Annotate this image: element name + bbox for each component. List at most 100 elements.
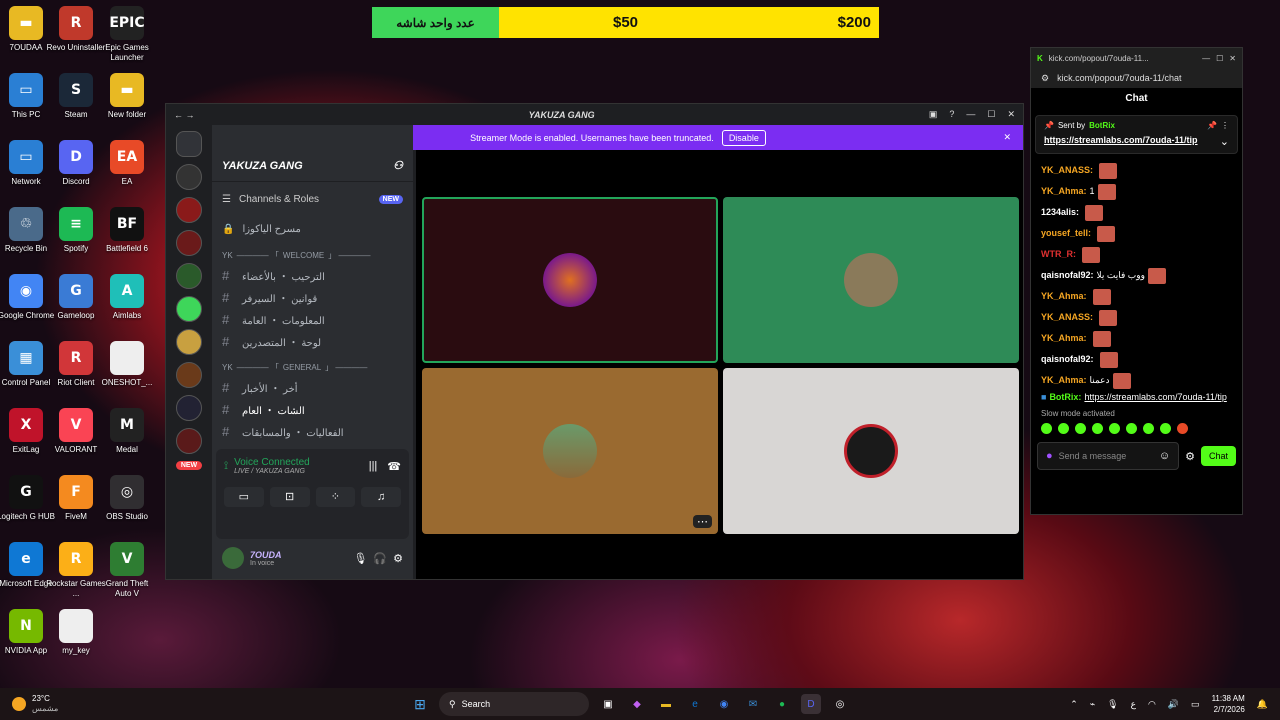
headphones-icon[interactable]: 🎧 [373, 552, 387, 565]
chat-username[interactable]: YK_Ahma: [1041, 328, 1087, 349]
minimize-button[interactable]: — [1202, 54, 1210, 63]
emote-icon[interactable] [1177, 423, 1188, 434]
address-bar[interactable]: ⚙ kick.com/popout/7ouda-11/chat [1031, 68, 1242, 88]
channel-item[interactable]: # أخر ・ الأخبار [212, 376, 413, 398]
emote-icon[interactable] [1092, 423, 1103, 434]
noise-suppression-icon[interactable]: ||| [369, 460, 378, 473]
microphone-icon[interactable]: ● [1046, 450, 1053, 462]
server-icon[interactable] [176, 230, 202, 256]
channel-category[interactable]: YK ———— 「WELCOME」 ———— [212, 246, 413, 264]
message-input[interactable]: ● Send a message ☺ [1037, 442, 1180, 470]
close-button[interactable]: ✕ [1007, 109, 1015, 120]
emote-icon[interactable] [1075, 423, 1086, 434]
chat-username[interactable]: qaisnofal92: [1041, 349, 1094, 370]
settings-gear-icon[interactable]: ⚙ [393, 552, 403, 565]
chevron-up-icon[interactable]: ⌃ [1070, 699, 1078, 710]
wifi-icon[interactable]: ◠ [1148, 699, 1156, 710]
screen-share-button[interactable]: ⊡ [269, 487, 310, 507]
channel-item[interactable]: # الشات ・ العام [212, 398, 413, 420]
invite-icon[interactable]: ⚇ [393, 159, 403, 172]
emote-icon[interactable] [1058, 423, 1069, 434]
edge-icon[interactable]: e [685, 694, 705, 714]
participant-tile[interactable] [723, 197, 1019, 363]
desktop-icon[interactable]: my_key [46, 609, 106, 656]
participant-tile[interactable] [723, 368, 1019, 534]
bot-user[interactable]: BotRix: [1049, 391, 1081, 403]
chat-username[interactable]: YK_Ahma: [1041, 370, 1087, 391]
spotify-icon[interactable]: ● [772, 694, 792, 714]
chat-username[interactable]: YK_ANASS: [1041, 160, 1093, 181]
minimize-button[interactable]: — [966, 109, 975, 120]
send-chat-button[interactable]: Chat [1200, 446, 1236, 466]
emote-icon[interactable] [1126, 423, 1137, 434]
participant-tile[interactable] [422, 197, 718, 363]
disable-streamer-mode-button[interactable]: Disable [721, 129, 766, 146]
desktop-icon[interactable]: EPIC Epic Games Launcher [97, 6, 157, 63]
maximize-button[interactable]: ☐ [1216, 54, 1223, 63]
disconnect-icon[interactable]: ☎ [387, 460, 401, 473]
inbox-icon[interactable]: ▣ [929, 109, 938, 120]
microphone-icon[interactable]: 🎙 [1107, 699, 1118, 710]
channel-item[interactable]: # قوانين ・ السيرفر [212, 286, 413, 308]
server-icon[interactable] [176, 329, 202, 355]
emote-icon[interactable] [1041, 423, 1052, 434]
desktop-icon[interactable]: BF Battlefield 6 [97, 207, 157, 254]
desktop-icon[interactable]: M Medal [97, 408, 157, 455]
activities-button[interactable]: ⁘ [315, 487, 356, 507]
microphone-icon[interactable]: 🎙 [353, 552, 367, 565]
stage-channel[interactable]: 🔒 مسرح الياكوزا [212, 218, 413, 240]
server-icon[interactable] [176, 263, 202, 289]
desktop-icon[interactable]: ▬ New folder [97, 73, 157, 120]
server-icon[interactable] [176, 197, 202, 223]
avatar[interactable] [222, 547, 244, 569]
voice-channel-label[interactable]: LIVE / YAKUZA GANG [234, 468, 310, 475]
chat-settings-gear-icon[interactable]: ⚙ [1185, 450, 1195, 463]
obs-icon[interactable]: ◎ [830, 694, 850, 714]
chat-username[interactable]: YK_ANASS: [1041, 307, 1093, 328]
participant-tile[interactable]: ⋯ [422, 368, 718, 534]
desktop-icon[interactable]: EA EA [97, 140, 157, 187]
help-icon[interactable]: ? [949, 109, 954, 120]
server-icon[interactable] [176, 395, 202, 421]
weather-sun-icon[interactable] [12, 697, 26, 711]
file-explorer-icon[interactable]: ▬ [656, 694, 676, 714]
desktop-icon[interactable]: ◎ OBS Studio [97, 475, 157, 522]
start-windows-icon[interactable]: ⊞ [410, 694, 430, 714]
unpin-icon[interactable]: 📌 [1207, 121, 1217, 130]
network-icon[interactable]: ⌁ [1090, 699, 1095, 710]
site-settings-icon[interactable]: ⚙ [1041, 73, 1049, 84]
channel-item[interactable]: # الترحيب ・ بالأعضاء [212, 264, 413, 286]
soundboard-button[interactable]: ♫ [361, 487, 401, 507]
channels-roles-item[interactable]: ☰ Channels & Roles NEW [212, 188, 413, 210]
chat-username[interactable]: YK_Ahma: [1041, 181, 1087, 202]
copilot-icon[interactable]: ◆ [627, 694, 647, 714]
emote-icon[interactable] [1160, 423, 1171, 434]
chat-username[interactable]: YK_Ahma: [1041, 286, 1087, 307]
task-view-icon[interactable]: ▣ [598, 694, 618, 714]
discord-icon[interactable]: D [801, 694, 821, 714]
channel-item[interactable]: # لوحة ・ المتصدرين [212, 330, 413, 352]
server-icon[interactable] [176, 296, 202, 322]
chat-username[interactable]: qaisnofal92: [1041, 265, 1094, 286]
pinned-link[interactable]: https://streamlabs.com/7ouda-11/tip [1044, 135, 1198, 148]
battery-icon[interactable]: ▭ [1191, 699, 1200, 710]
more-options-icon[interactable]: ⋮ [1221, 121, 1229, 130]
mail-icon[interactable]: ✉ [743, 694, 763, 714]
desktop-icon[interactable]: V Grand Theft Auto V [97, 542, 157, 599]
channel-category[interactable]: YK ———— 「GENERAL」 ———— [212, 358, 413, 376]
chat-username[interactable]: WTR_R: [1041, 244, 1076, 265]
language-indicator[interactable]: ع [1131, 699, 1136, 710]
chrome-icon[interactable]: ◉ [714, 694, 734, 714]
chat-username[interactable]: yousef_tell: [1041, 223, 1091, 244]
channel-item[interactable]: # الفعاليات ・ والمسابقات [212, 420, 413, 442]
server-icon-active[interactable] [176, 428, 202, 454]
emoji-icon[interactable]: ☺ [1159, 450, 1170, 462]
desktop-icon[interactable]: A Aimlabs [97, 274, 157, 321]
channel-item[interactable]: # المعلومات ・ العامة [212, 308, 413, 330]
volume-icon[interactable]: 🔊 [1168, 699, 1179, 710]
server-icon[interactable] [176, 362, 202, 388]
more-options-icon[interactable]: ⋯ [693, 515, 712, 528]
taskbar-search[interactable]: ⚲ Search [439, 692, 589, 716]
emote-icon[interactable] [1143, 423, 1154, 434]
server-icon[interactable] [176, 164, 202, 190]
